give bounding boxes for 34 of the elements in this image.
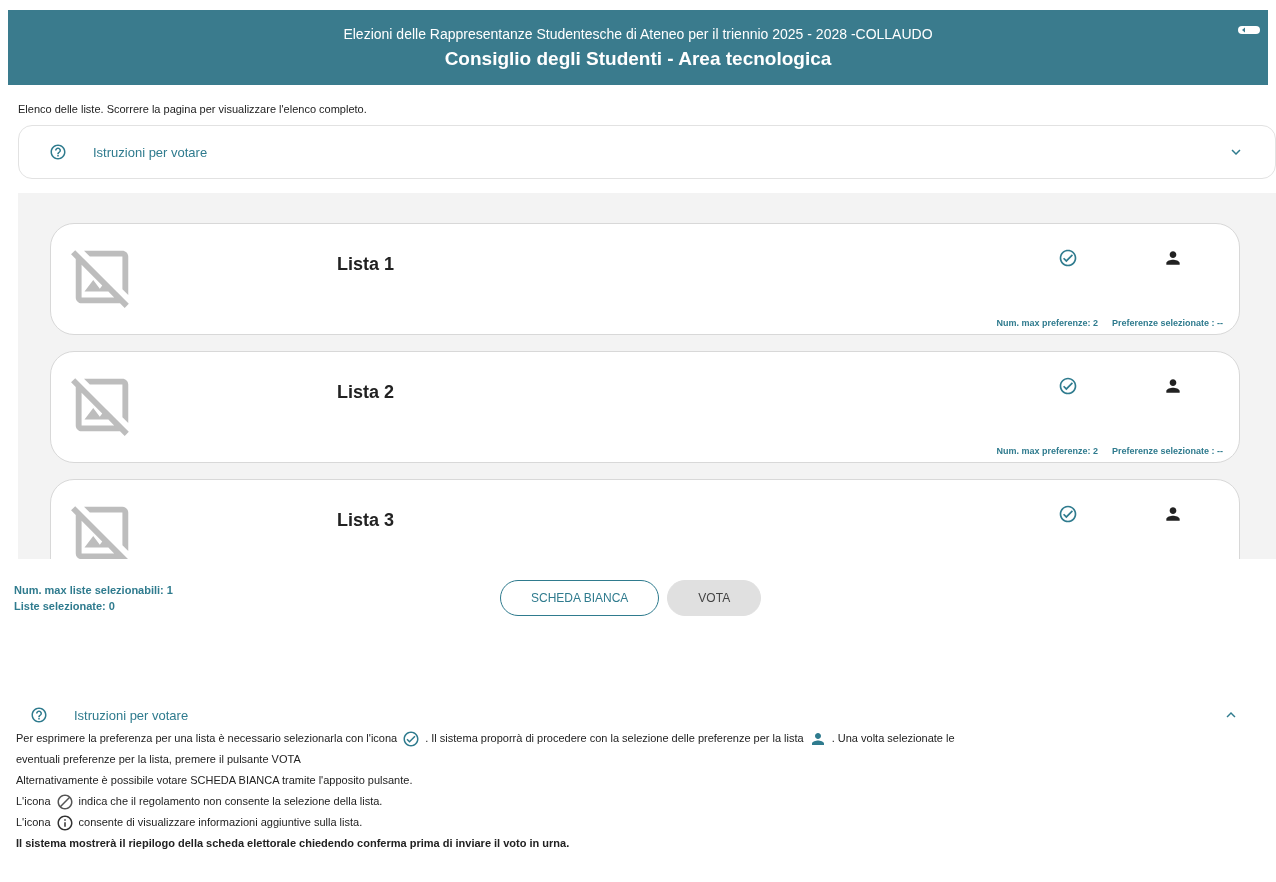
- help-icon: [49, 143, 67, 161]
- selected-lists-text: Liste selezionate: 0: [14, 599, 116, 612]
- list-card[interactable]: Lista 2 Num. max preferenze: 2 Preferenze selezionate : --: [50, 351, 1240, 463]
- instruction-text: indica che il regolamento non consente la selezione della lista.: [78, 794, 383, 809]
- list-name: Lista 3: [337, 509, 396, 532]
- max-preferences-text: Num. max preferenze: 2: [996, 446, 1098, 456]
- max-lists-text: Num. max liste selezionabili: 1: [14, 583, 174, 596]
- list-card[interactable]: Lista 1 Num. max preferenze: 2 Preferenze selezionate : --: [50, 223, 1240, 335]
- instruction-text: eventuali preferenze per la lista, premere il pulsante VOTA: [16, 752, 301, 767]
- list-name: Lista 1: [337, 253, 396, 276]
- instruction-text: . Una volta selezionate le: [831, 731, 955, 746]
- selected-preferences-text: Preferenze selezionate : --: [1111, 446, 1223, 456]
- page-title: Consiglio degli Studenti - Area tecnologica: [444, 47, 832, 70]
- instruction-text: Il sistema mostrerà il riepilogo della scheda elettorale chiedendo conferma prima di inviare il voto in urna.: [16, 836, 570, 851]
- info-icon: [55, 813, 74, 832]
- instructions-accordion[interactable]: Istruzioni per votare: [18, 125, 1276, 179]
- toggle-icon[interactable]: [1238, 24, 1260, 36]
- accordion-label[interactable]: Istruzioni per votare: [74, 707, 1222, 723]
- instruction-text: Alternativamente è possibile votare SCHEDA BIANCA tramite l'apposito pulsante.: [16, 773, 413, 788]
- intro-text: Elenco delle liste. Scorrere la pagina per visualizzare l'elenco completo.: [18, 103, 368, 115]
- selected-preferences-text: Preferenze selezionate : --: [1111, 318, 1223, 328]
- help-icon: [30, 706, 48, 724]
- instruction-text: consente di visualizzare informazioni aggiuntive sulla lista.: [78, 815, 363, 830]
- max-preferences-text: Num. max preferenze: 2: [996, 318, 1098, 328]
- instruction-text: . Il sistema proporrà di procedere con la selezione delle preferenze per la lista: [425, 731, 804, 746]
- instruction-text: L'icona: [16, 794, 51, 809]
- list-name: Lista 2: [337, 381, 396, 404]
- accordion-label: Istruzioni per votare: [93, 144, 209, 160]
- election-subtitle: Elezioni delle Rappresentanze Studentesche di Ateneo per il triennio 2025 - 2028 -COLLAUDO: [343, 25, 933, 42]
- instruction-text: L'icona: [16, 815, 51, 830]
- blank-ballot-button[interactable]: SCHEDA BIANCA: [500, 579, 660, 616]
- list-card[interactable]: Lista 3: [50, 479, 1240, 559]
- instruction-text: Per esprimere la preferenza per una lista è necessario selezionarla con l'icona: [16, 731, 398, 746]
- ban-icon: [55, 792, 74, 811]
